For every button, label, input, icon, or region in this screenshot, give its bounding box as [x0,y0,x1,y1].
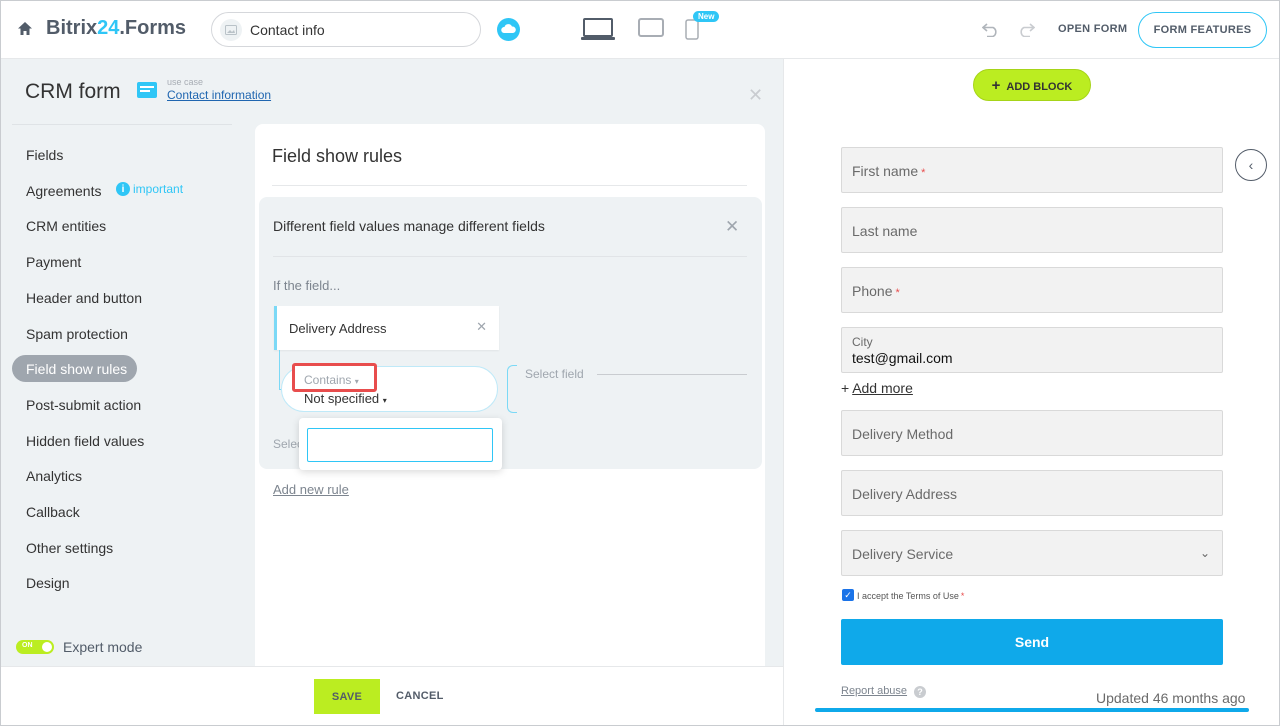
sidebar-item-fields[interactable]: Fields [26,147,63,163]
sidebar-item-callback[interactable]: Callback [26,504,80,520]
tree-connector [279,350,280,390]
bottom-bar [0,666,783,726]
home-icon[interactable] [16,20,34,38]
nav-divider [12,124,232,125]
usecase-icon [137,82,157,98]
operator-dropdown[interactable]: Contains ▾ [304,373,359,387]
sidebar-item-field-show-rules[interactable]: Field show rules [26,361,127,377]
add-block-button[interactable]: + ADD BLOCK [973,69,1091,101]
add-block-label: ADD BLOCK [1006,80,1073,93]
brace-connector [507,365,517,413]
sidebar-item-hidden-field-values[interactable]: Hidden field values [26,433,144,449]
delivery-method-label: Delivery Method [852,426,954,442]
trigger-field-name: Delivery Address [289,321,387,336]
delivery-service-select[interactable]: Delivery Service ⌄ [841,530,1223,576]
sidebar-item-design[interactable]: Design [26,575,70,591]
form-features-button[interactable]: FORM FEATURES [1138,12,1267,48]
toggle-knob [42,642,52,652]
chevron-down-icon: ▾ [382,396,387,405]
plus-icon: + [841,380,850,396]
delivery-method-field[interactable]: Delivery Method [841,410,1223,456]
sidebar-item-spam-protection[interactable]: Spam protection [26,326,128,342]
sidebar-item-other-settings[interactable]: Other settings [26,540,113,556]
form-thumbnail-icon [220,19,242,41]
delivery-address-label: Delivery Address [852,486,958,502]
add-new-rule-link[interactable]: Add new rule [273,482,349,497]
important-badge[interactable]: i important [116,182,183,196]
delivery-service-label: Delivery Service [852,546,954,562]
redo-icon[interactable] [1017,21,1035,37]
tablet-icon[interactable] [638,18,664,38]
cancel-button[interactable]: CANCEL [396,690,444,702]
save-button[interactable]: SAVE [314,679,380,714]
phone-field[interactable]: Phone * [841,267,1223,313]
select-field-peek[interactable]: Select field [273,437,299,451]
first-name-field[interactable]: First name * [841,147,1223,193]
app-brand: Bitrix24.Forms [46,17,187,39]
send-button[interactable]: Send [841,619,1223,665]
phone-label: Phone * [852,283,900,299]
select-field-line [597,374,747,375]
value-dropdown[interactable]: Not specified ▾ [304,391,387,406]
important-label: important [133,182,184,196]
dropdown-search-input[interactable] [307,428,493,462]
form-name-field[interactable]: Contact info [211,12,481,47]
sidebar-item-post-submit-action[interactable]: Post-submit action [26,397,141,413]
form-name-text: Contact info [250,22,325,38]
trigger-field-chip[interactable]: Delivery Address ✕ [274,306,499,350]
rule-close-icon[interactable]: ✕ [725,217,739,237]
select-field-link[interactable]: Select field [525,367,584,381]
preview-scrollbar[interactable] [815,708,1249,712]
city-label: City [852,335,873,349]
last-name-label: Last name [852,223,918,239]
if-field-label: If the field... [273,278,341,293]
help-icon[interactable]: ? [914,686,926,698]
expert-mode-toggle[interactable]: ON [16,640,54,654]
add-more-link[interactable]: + Add more [841,380,913,396]
collapse-chevron-left-icon[interactable]: ‹ [1235,149,1267,181]
sidebar-item-analytics[interactable]: Analytics [26,468,82,484]
sidebar-item-payment[interactable]: Payment [26,254,81,270]
expert-mode-label: Expert mode [63,639,143,655]
city-field[interactable]: City test@gmail.com [841,327,1223,373]
sidebar-item-agreements[interactable]: Agreements [26,183,101,199]
usecase-caption: use case [167,77,204,87]
remove-field-icon[interactable]: ✕ [476,319,487,335]
cloud-icon[interactable] [497,18,520,41]
rule-divider [273,256,747,257]
city-value: test@gmail.com [852,350,953,366]
undo-icon[interactable] [982,21,1000,37]
info-icon: i [116,182,130,196]
panel-title: CRM form [25,80,121,103]
report-abuse-link[interactable]: Report abuse [841,685,907,697]
card-title: Field show rules [272,146,403,166]
sidebar-item-crm-entities[interactable]: CRM entities [26,218,106,234]
desktop-icon[interactable] [581,18,615,42]
chevron-down-icon: ▾ [354,377,359,386]
delivery-address-field[interactable]: Delivery Address [841,470,1223,516]
chevron-down-icon: ⌄ [1199,546,1210,560]
first-name-label: First name * [852,163,926,179]
last-name-field[interactable]: Last name [841,207,1223,253]
updated-status: Updated 46 months ago [1096,690,1246,706]
new-badge: New [693,11,720,22]
plus-icon: + [991,76,1001,94]
open-form-button[interactable]: OPEN FORM [1058,23,1127,35]
card-divider [272,185,747,186]
phone-icon[interactable] [685,19,699,41]
usecase-link[interactable]: Contact information [167,88,271,102]
toggle-on-text: ON [22,642,33,649]
close-icon[interactable]: ✕ [748,85,763,106]
terms-label: I accept the Terms of Use * [857,591,965,601]
rule-title: Different field values manage different … [273,218,545,234]
sidebar-item-header-and-button[interactable]: Header and button [26,290,142,306]
terms-checkbox[interactable]: ✓ [842,589,854,601]
